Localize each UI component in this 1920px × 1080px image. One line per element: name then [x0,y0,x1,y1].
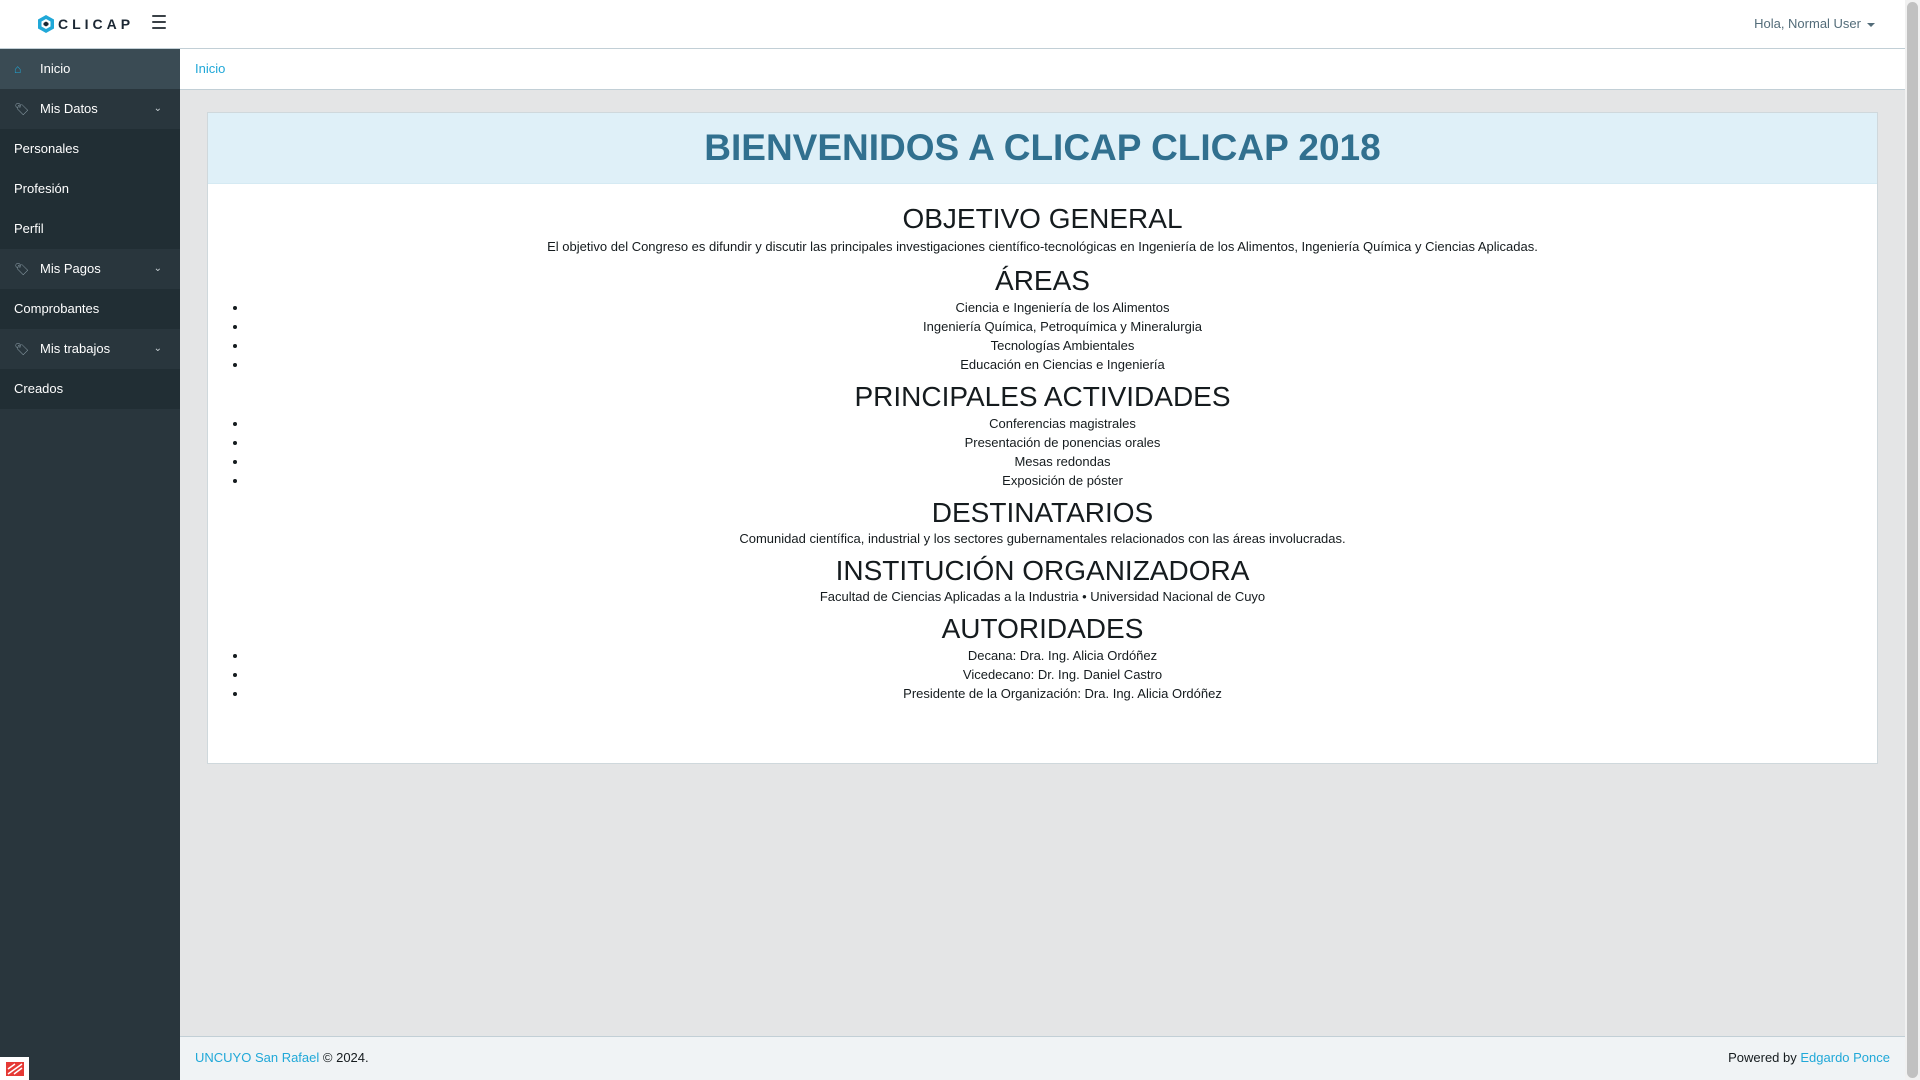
tag-icon: 🏷 [14,102,30,116]
breadcrumb-link-inicio[interactable]: Inicio [195,61,225,76]
user-menu-dropdown[interactable]: Hola, Normal User [1754,16,1875,31]
scrollbar-thumb[interactable] [1907,2,1918,1078]
extension-icon[interactable] [0,1057,29,1080]
card-body: OBJETIVO GENERAL El objetivo del Congres… [208,184,1877,703]
sidebar-item-inicio[interactable]: ⌂ Inicio [0,49,180,89]
list-item: Tecnologías Ambientales [248,336,1877,355]
home-icon: ⌂ [14,62,22,76]
section-heading-destinatarios: DESTINATARIOS [931,497,1154,528]
sidebar-item-creados[interactable]: Creados [0,369,180,409]
sidebar-item-label: Profesión [14,181,69,196]
sidebar-item-label: Perfil [14,221,44,236]
sidebar: ⌂ Inicio 🏷 Mis Datos ⌄ Personales Profesió… [0,49,180,1080]
caret-down-icon [1867,22,1875,27]
logo-text: CLICAP [58,16,135,32]
list-item: Ciencia e Ingeniería de los Alimentos [248,298,1877,317]
sidebar-item-label: Comprobantes [14,301,100,316]
list-item: Presentación de ponencias orales [248,433,1877,452]
institucion-text: Facultad de Ciencias Aplicadas a la Indu… [819,589,1266,604]
list-item: Mesas redondas [248,452,1877,471]
actividades-list: Conferencias magistrales Presentación de… [208,414,1877,490]
sidebar-item-perfil[interactable]: Perfil [0,209,180,249]
app-header: CLICAP Hola, Normal User [0,0,1905,49]
sidebar-item-personales[interactable]: Personales [0,129,180,169]
sidebar-group-mis-pagos[interactable]: 🏷 Mis Pagos ⌄ [0,249,180,289]
list-item: Ingeniería Química, Petroquímica y Miner… [248,317,1877,336]
chevron-down-icon: ⌄ [153,103,162,114]
footer-author-link[interactable]: Edgardo Ponce [1800,1050,1890,1065]
sidebar-item-label: Mis trabajos [40,341,111,356]
sidebar-item-label: Personales [14,141,80,156]
page-scrollbar[interactable] [1905,0,1920,1080]
sidebar-group-mis-trabajos[interactable]: 🏷 Mis trabajos ⌄ [0,329,180,369]
list-item: Conferencias magistrales [248,414,1877,433]
section-heading-objetivo: OBJETIVO GENERAL [902,203,1183,234]
tag-icon: 🏷 [14,262,30,276]
sidebar-item-profesion[interactable]: Profesión [0,169,180,209]
list-item: Presidente de la Organización: Dra. Ing.… [248,684,1877,703]
list-item: Educación en Ciencias e Ingeniería [248,355,1877,374]
section-heading-autoridades: AUTORIDADES [941,613,1144,644]
section-heading-areas: ÁREAS [995,265,1090,296]
areas-list: Ciencia e Ingeniería de los Alimentos In… [208,298,1877,374]
chevron-down-icon: ⌄ [153,263,162,274]
sidebar-item-label: Mis Datos [40,101,98,116]
user-greeting: Hola, Normal User [1754,16,1861,31]
card-header: BIENVENIDOS A CLICAP CLICAP 2018 [208,113,1877,184]
page-title: BIENVENIDOS A CLICAP CLICAP 2018 [704,127,1381,168]
app-logo[interactable]: CLICAP [38,14,134,34]
footer-powered: Powered by Edgardo Ponce [1728,1037,1890,1079]
sidebar-item-label: Mis Pagos [40,261,101,276]
chevron-down-icon: ⌄ [153,343,162,354]
list-item: Exposición de póster [248,471,1877,490]
sidebar-item-label: Creados [14,381,64,396]
footer: UNCUYO San Rafael © 2024. Powered by Edg… [180,1036,1905,1080]
list-item: Decana: Dra. Ing. Alicia Ordóñez [248,646,1877,665]
sidebar-item-comprobantes[interactable]: Comprobantes [0,289,180,329]
sidebar-item-label: Inicio [40,61,71,76]
sidebar-group-mis-datos[interactable]: 🏷 Mis Datos ⌄ [0,89,180,129]
section-heading-actividades: PRINCIPALES ACTIVIDADES [854,381,1231,412]
footer-copyright: © 2024. [322,1050,369,1065]
logo-hexagon-icon [38,15,54,33]
objetivo-text: El objetivo del Congreso es difundir y d… [547,239,1538,254]
list-item: Vicedecano: Dr. Ing. Daniel Castro [248,665,1877,684]
tag-icon: 🏷 [14,342,30,356]
powered-by-label: Powered by [1728,1050,1797,1065]
welcome-card: BIENVENIDOS A CLICAP CLICAP 2018 OBJETIV… [207,112,1878,764]
red-extension-icon [5,1061,24,1076]
breadcrumb: Inicio [180,49,1905,90]
autoridades-list: Decana: Dra. Ing. Alicia Ordóñez Vicedec… [208,646,1877,703]
section-heading-institucion: INSTITUCIÓN ORGANIZADORA [835,555,1250,586]
sidebar-toggle-icon[interactable] [152,15,166,29]
destinatarios-text: Comunidad científica, industrial y los s… [739,531,1346,546]
footer-org-link[interactable]: UNCUYO San Rafael [195,1050,319,1065]
